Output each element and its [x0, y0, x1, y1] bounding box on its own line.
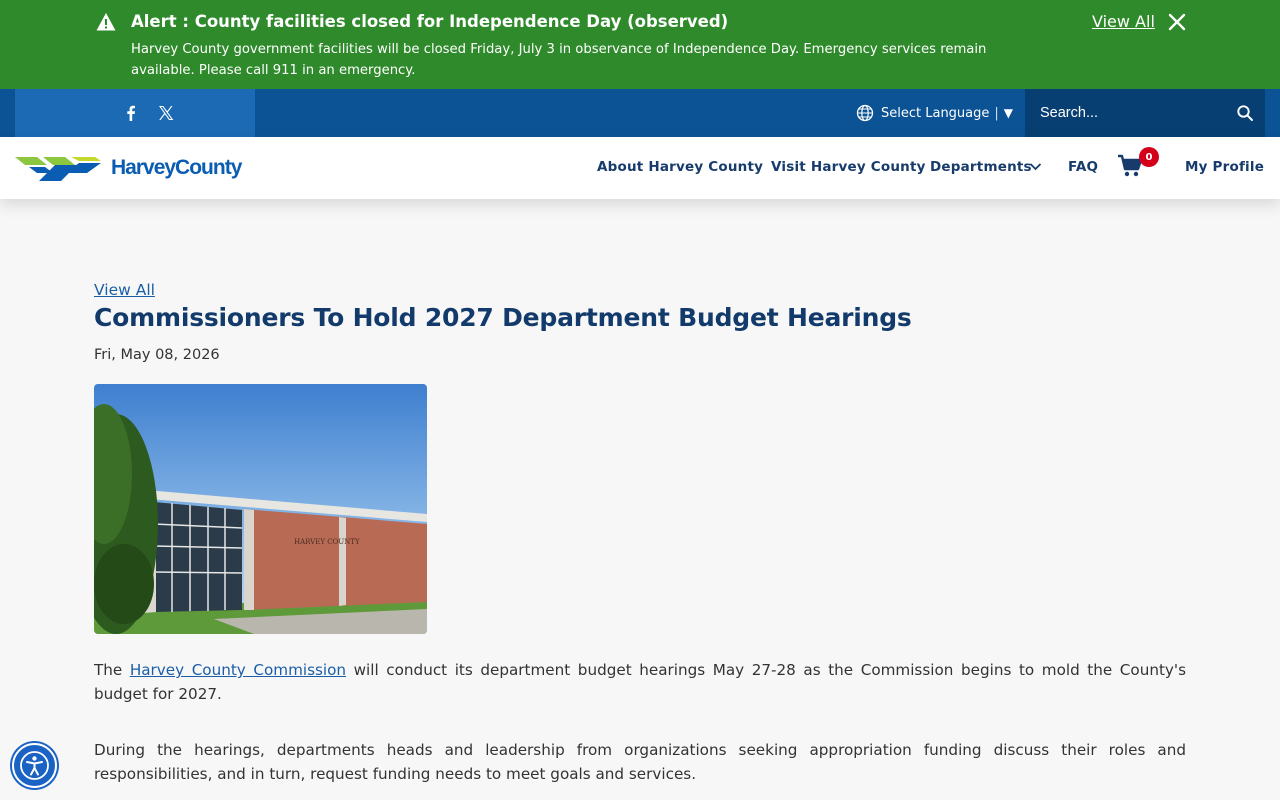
accessibility-icon [20, 751, 49, 780]
nav-faq[interactable]: FAQ [1068, 159, 1098, 175]
social-links [15, 89, 255, 137]
article-date: Fri, May 08, 2026 [94, 347, 220, 363]
logo-mark-icon [15, 157, 101, 181]
article-photo: HARVEY COUNTY [94, 384, 427, 634]
language-label: Select Language [881, 105, 990, 121]
chevron-down-icon[interactable] [1029, 160, 1042, 173]
facebook-icon[interactable] [122, 104, 140, 122]
alert-banner: Alert : County facilities closed for Ind… [0, 0, 1280, 89]
nav-about[interactable]: About Harvey County [597, 159, 763, 175]
paragraph-1-prefix: The [94, 661, 130, 679]
search-box [1025, 89, 1265, 137]
site-logo[interactable]: HarveyCounty [15, 152, 260, 184]
main-header: HarveyCounty About Harvey County Visit H… [0, 137, 1280, 199]
x-twitter-icon[interactable] [157, 104, 175, 122]
nav-my-profile[interactable]: My Profile [1185, 159, 1264, 175]
nav-visit[interactable]: Visit Harvey County [771, 159, 926, 175]
alert-view-all-link[interactable]: View All [1092, 12, 1155, 31]
close-icon[interactable] [1167, 12, 1187, 32]
language-separator: | [994, 105, 999, 121]
alert-text: Harvey County government facilities will… [131, 42, 987, 78]
alert-title: Alert : County facilities closed for Ind… [131, 12, 729, 31]
search-icon[interactable] [1236, 104, 1254, 122]
courthouse-photo-image: HARVEY COUNTY [94, 384, 427, 634]
cart-count-badge: 0 [1139, 147, 1159, 167]
language-caret: ▼ [1003, 106, 1014, 120]
language-selector[interactable]: Select Language | ▼ [856, 102, 1013, 124]
article-title: Commissioners To Hold 2027 Department Bu… [94, 303, 912, 332]
accessibility-button[interactable] [12, 743, 57, 788]
logo-text: HarveyCounty [111, 156, 242, 179]
search-input[interactable] [1025, 89, 1225, 137]
harvey-county-commission-link[interactable]: Harvey County Commission [130, 661, 346, 679]
utility-bar: Select Language | ▼ [0, 89, 1280, 137]
warning-icon [96, 13, 116, 31]
article-paragraph-1: The Harvey County Commission will conduc… [94, 658, 1186, 706]
nav-departments[interactable]: Departments [930, 159, 1032, 175]
globe-icon [856, 104, 874, 122]
photo-sign-text: HARVEY COUNTY [294, 538, 360, 546]
article-paragraph-2: During the hearings, departments heads a… [94, 741, 1186, 783]
news-view-all-link[interactable]: View All [94, 281, 155, 299]
